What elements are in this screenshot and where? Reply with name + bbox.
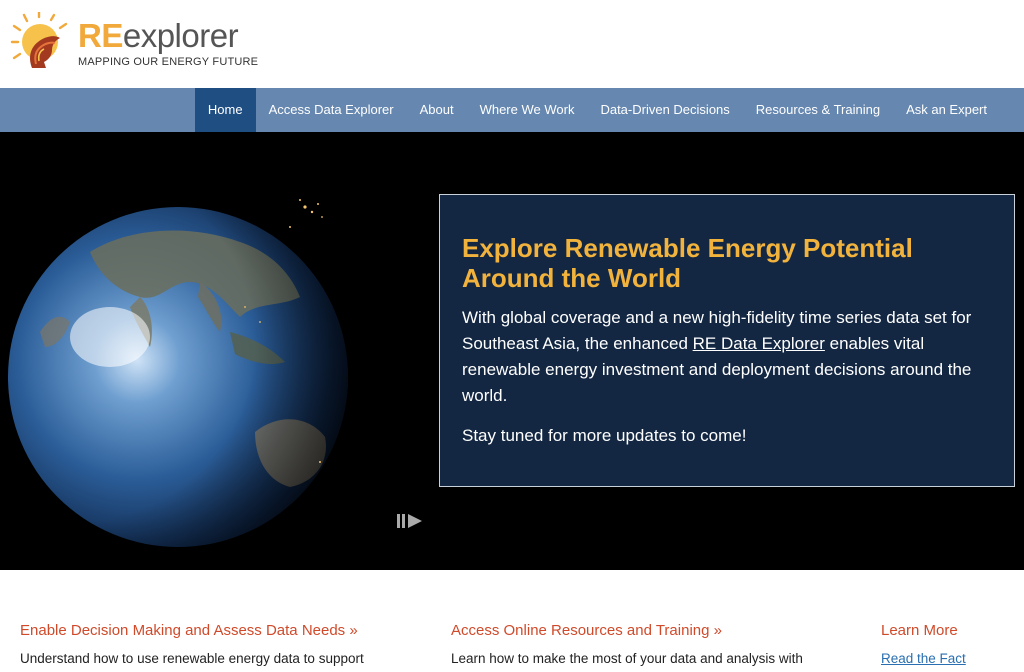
hero-description: With global coverage and a new high-fide… xyxy=(462,305,992,409)
nav-list: Home Access Data Explorer About Where We… xyxy=(194,88,1000,132)
sun-head-logo-icon xyxy=(10,12,68,68)
card-title-learn-more: Learn More xyxy=(881,622,958,639)
nav-item-access-data-explorer[interactable]: Access Data Explorer xyxy=(256,88,407,132)
hero-message-box: Explore Renewable Energy Potential Aroun… xyxy=(439,194,1015,487)
hero-title: Explore Renewable Energy Potential Aroun… xyxy=(462,233,913,293)
logo-wordmark: REexplorer xyxy=(78,17,239,54)
play-pause-icon[interactable] xyxy=(396,512,424,530)
hero-banner: Explore Renewable Energy Potential Aroun… xyxy=(0,132,1024,570)
nav-item-ask-an-expert[interactable]: Ask an Expert xyxy=(893,88,1000,132)
re-data-explorer-link[interactable]: RE Data Explorer xyxy=(693,334,825,353)
card-text-online-resources: Learn how to make the most of your data … xyxy=(451,651,803,666)
site-header: REexplorer MAPPING OUR ENERGY FUTURE xyxy=(0,0,1024,88)
nav-item-data-driven-decisions[interactable]: Data-Driven Decisions xyxy=(587,88,742,132)
earth-globe-image xyxy=(8,199,348,547)
read-fact-sheet-link[interactable]: Read the Fact xyxy=(881,651,966,666)
nav-item-where-we-work[interactable]: Where We Work xyxy=(467,88,588,132)
logo-tagline: MAPPING OUR ENERGY FUTURE xyxy=(78,56,259,68)
main-nav: Home Access Data Explorer About Where We… xyxy=(0,88,1024,132)
nav-item-home[interactable]: Home xyxy=(194,88,256,132)
nav-item-about[interactable]: About xyxy=(407,88,467,132)
card-title-decision-making[interactable]: Enable Decision Making and Assess Data N… xyxy=(20,622,358,639)
logo-re: RE xyxy=(78,17,123,54)
nav-item-resources-training[interactable]: Resources & Training xyxy=(743,88,893,132)
card-title-online-resources[interactable]: Access Online Resources and Training » xyxy=(451,622,722,639)
site-logo[interactable]: REexplorer MAPPING OUR ENERGY FUTURE xyxy=(10,12,258,72)
card-text-decision-making: Understand how to use renewable energy d… xyxy=(20,651,364,666)
hero-updates-text: Stay tuned for more updates to come! xyxy=(462,426,747,445)
logo-explorer: explorer xyxy=(122,17,239,54)
